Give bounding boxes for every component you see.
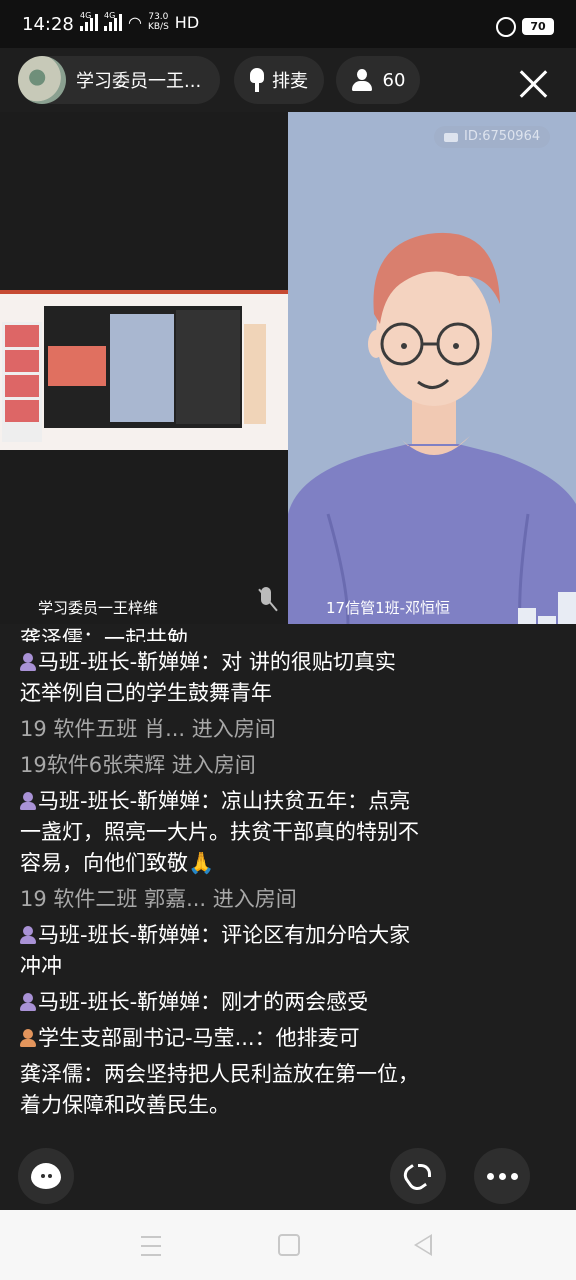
mic-muted-icon bbox=[256, 587, 278, 617]
alarm-icon bbox=[496, 17, 516, 37]
shared-screen-content bbox=[44, 306, 242, 428]
mic-queue-button[interactable]: 排麦 bbox=[234, 56, 324, 104]
slide-preview bbox=[244, 324, 266, 424]
hd-indicator: HD bbox=[174, 12, 200, 32]
system-message: 19 软件二班 郭嘉... 进入房间 bbox=[20, 887, 297, 911]
host-name: 学习委员一王... bbox=[76, 71, 202, 92]
chat-text: ：他排麦可 bbox=[254, 1026, 360, 1050]
screen-share-image[interactable] bbox=[0, 290, 288, 450]
chat-message: 马班-班长-靳婵婵：刚才的两会感受 bbox=[20, 987, 420, 1018]
signal-icon-2: 4G bbox=[104, 11, 122, 31]
host-info[interactable]: 学习委员一王... bbox=[18, 56, 220, 104]
network-type-2: 4G bbox=[104, 11, 116, 20]
chat-text: ：刚才的两会感受 bbox=[200, 990, 369, 1014]
camera-icon bbox=[444, 132, 458, 142]
call-button[interactable] bbox=[390, 1148, 446, 1204]
chat-button[interactable] bbox=[18, 1148, 74, 1204]
room-id: ID:6750964 bbox=[464, 129, 541, 144]
chat-username[interactable]: 马班-班长-靳婵婵 bbox=[38, 789, 200, 813]
chat-bubble-icon bbox=[31, 1163, 61, 1189]
chat-username[interactable]: 马班-班长-靳婵婵 bbox=[38, 923, 200, 947]
system-nav-bar bbox=[0, 1210, 576, 1280]
avatar-illustration bbox=[288, 232, 576, 624]
home-icon[interactable] bbox=[278, 1234, 300, 1256]
network-speed: 73.0 KB/S bbox=[148, 12, 169, 32]
room-id-badge: ID:6750964 bbox=[434, 126, 551, 148]
chat-message: 马班-班长-靳婵婵：凉山扶贫五年：点亮一盏灯，照亮一大片。扶贫干部真的特别不容易… bbox=[20, 786, 420, 879]
status-bar: 14:28 4G 4G ◠ 73.0 KB/S HD 70 bbox=[0, 0, 576, 48]
speed-unit: KB/S bbox=[147, 22, 169, 32]
viewer-count: 60 bbox=[382, 69, 406, 91]
chat-message: 龚泽儒：一起共勉 bbox=[20, 627, 188, 642]
close-icon[interactable] bbox=[516, 66, 552, 102]
user-badge-icon bbox=[20, 993, 36, 1011]
connection-quality-icon bbox=[516, 592, 576, 624]
phone-icon bbox=[404, 1162, 432, 1190]
left-video-label: 学习委员一王梓维 bbox=[38, 599, 159, 617]
status-icons: 4G 4G ◠ 73.0 KB/S HD bbox=[80, 11, 200, 32]
host-avatar[interactable] bbox=[18, 56, 66, 104]
person-icon bbox=[351, 69, 373, 91]
system-message: 19 软件五班 肖... 进入房间 bbox=[20, 717, 276, 741]
viewer-count-button[interactable]: 60 bbox=[336, 56, 420, 104]
user-badge-icon bbox=[20, 926, 36, 944]
right-video-label: 17信管1班-邓恒恒 bbox=[326, 599, 451, 617]
signal-icon: 4G bbox=[80, 11, 98, 31]
user-badge-icon bbox=[20, 653, 36, 671]
room-header: 学习委员一王... 排麦 60 bbox=[0, 56, 576, 106]
chat-list[interactable]: 龚泽儒：一起共勉 马班-班长-靳婵婵：对 讲的很贴切真实 还举例自己的学生鼓舞青… bbox=[20, 627, 420, 1126]
back-icon[interactable] bbox=[414, 1234, 432, 1256]
chat-username[interactable]: 龚泽儒 bbox=[20, 1062, 83, 1086]
chat-message: 马班-班长-靳婵婵：对 讲的很贴切真实 还举例自己的学生鼓舞青年 bbox=[20, 647, 420, 709]
slide-thumbnails bbox=[2, 322, 42, 442]
chat-username[interactable]: 马班-班长-靳婵婵 bbox=[38, 990, 200, 1014]
chat-message: 学生支部副书记-马莹...：他排麦可 bbox=[20, 1023, 420, 1054]
right-video-feed[interactable]: ID:6750964 17信管1班-邓恒恒 bbox=[288, 112, 576, 624]
user-badge-icon bbox=[20, 792, 36, 810]
more-button[interactable] bbox=[474, 1148, 530, 1204]
chat-username[interactable]: 学生支部副书记-马莹... bbox=[38, 1026, 255, 1050]
speed-value: 73.0 bbox=[148, 12, 169, 22]
chat-username[interactable]: 马班-班长-靳婵婵 bbox=[38, 650, 200, 674]
user-badge-icon bbox=[20, 1029, 36, 1047]
chat-message: 马班-班长-靳婵婵：评论区有加分哈大家冲冲 bbox=[20, 920, 420, 982]
status-time: 14:28 bbox=[22, 14, 74, 35]
network-type-1: 4G bbox=[80, 11, 92, 20]
battery-icon: 70 bbox=[522, 18, 554, 35]
system-message: 19软件6张荣辉 进入房间 bbox=[20, 753, 256, 777]
mic-queue-label: 排麦 bbox=[272, 71, 308, 92]
menu-icon[interactable] bbox=[141, 1236, 161, 1256]
more-dots-icon bbox=[486, 1172, 518, 1180]
microphone-icon bbox=[250, 68, 264, 92]
chat-message: 龚泽儒：两会坚持把人民利益放在第一位，着力保障和改善民生。 bbox=[20, 1059, 420, 1121]
wifi-icon: ◠ bbox=[128, 12, 142, 32]
